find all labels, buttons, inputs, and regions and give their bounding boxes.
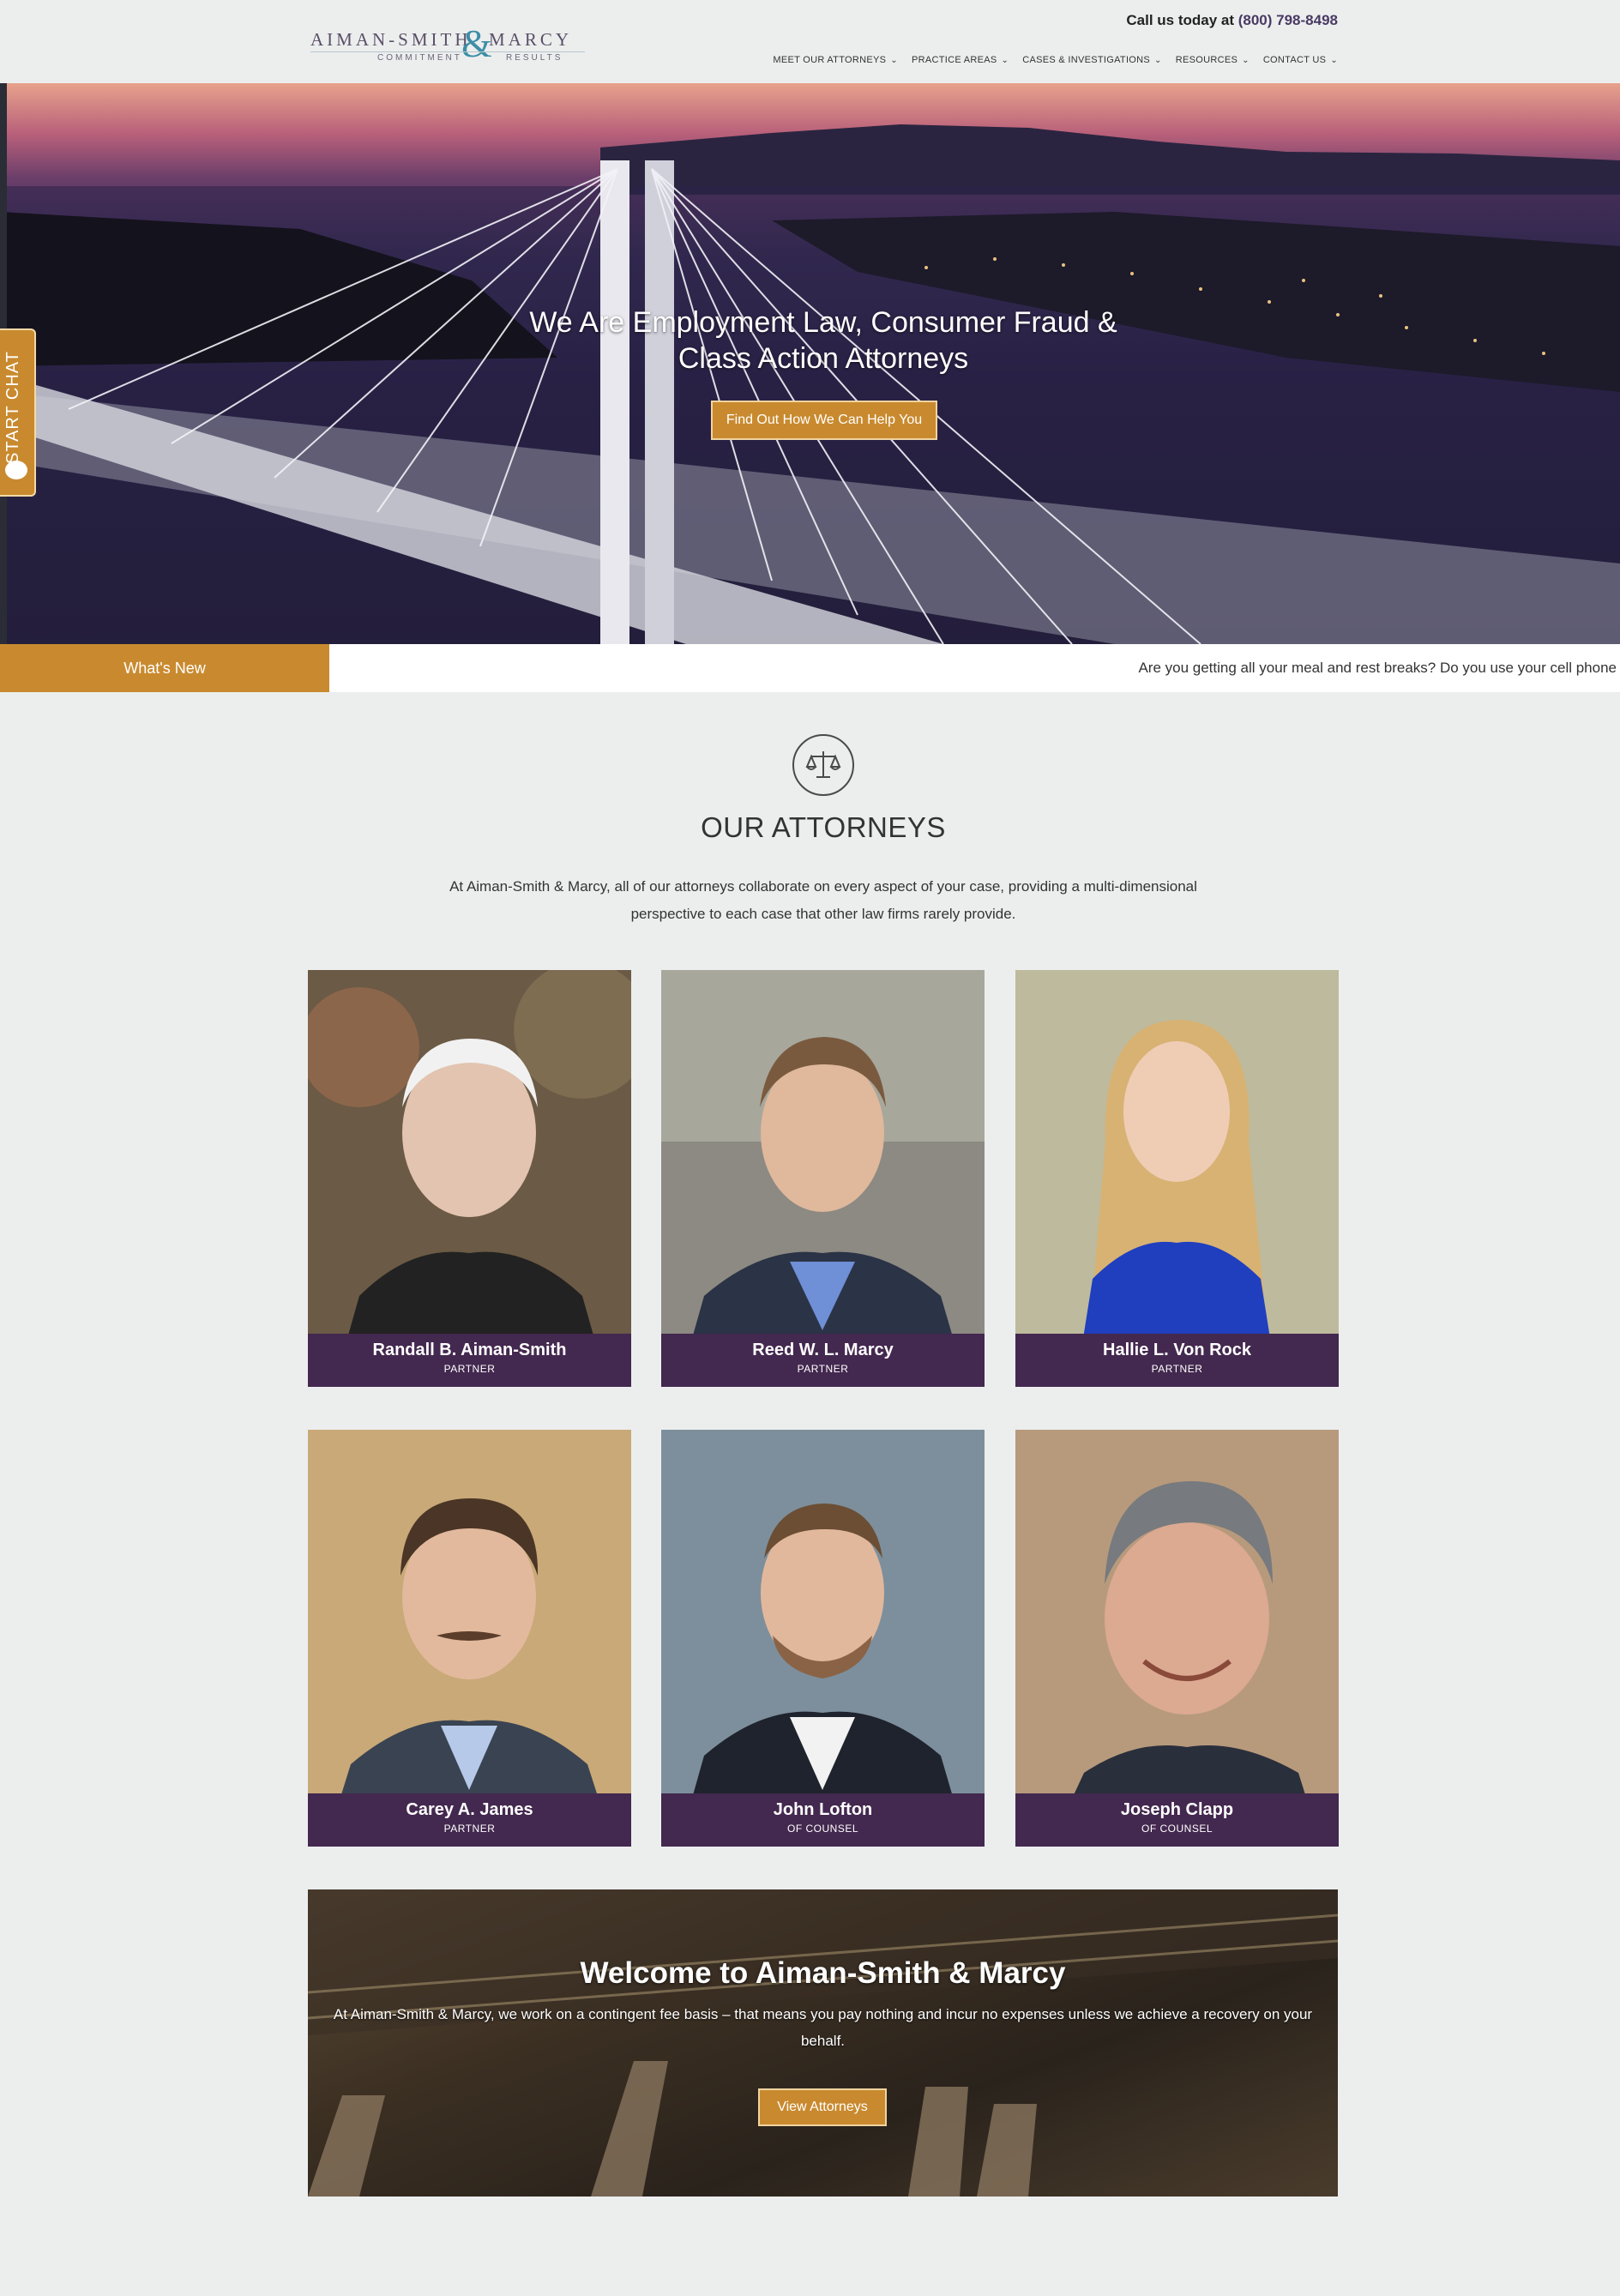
attorney-card[interactable]: Reed W. L. Marcy PARTNER (661, 970, 985, 1387)
attorneys-description: At Aiman-Smith & Marcy, all of our attor… (449, 878, 1197, 922)
scales-icon (792, 734, 854, 796)
nav-label: RESOURCES (1175, 55, 1238, 65)
attorney-caption: Hallie L. Von Rock PARTNER (1015, 1334, 1339, 1387)
attorney-card[interactable]: Hallie L. Von Rock PARTNER (1015, 970, 1339, 1387)
attorney-card[interactable]: Randall B. Aiman-Smith PARTNER (308, 970, 631, 1387)
attorney-caption: Carey A. James PARTNER (308, 1793, 631, 1847)
welcome-text: At Aiman-Smith & Marcy, we work on a con… (333, 2006, 1313, 2049)
welcome-title: Welcome to Aiman-Smith & Marcy (580, 1956, 1066, 1990)
hero-banner: We Are Employment Law, Consumer Fraud & … (0, 83, 1620, 644)
call-label: Call us today at (1126, 12, 1234, 28)
chat-bubble-icon (5, 461, 27, 479)
nav-resources[interactable]: RESOURCES ⌄ (1176, 55, 1250, 65)
site-logo[interactable]: AIMAN-SMITH & MARCY COMMITMENT RESULTS (310, 21, 585, 67)
attorney-card[interactable]: John Lofton OF COUNSEL (661, 1430, 985, 1847)
attorney-name: Hallie L. Von Rock (1103, 1341, 1251, 1359)
logo-tagline-left: COMMITMENT (377, 53, 462, 63)
attorney-role: OF COUNSEL (786, 1823, 858, 1835)
site-header: AIMAN-SMITH & MARCY COMMITMENT RESULTS C… (0, 0, 1620, 83)
nav-cases-investigations[interactable]: CASES & INVESTIGATIONS ⌄ (1022, 55, 1162, 65)
attorney-name: Reed W. L. Marcy (752, 1341, 894, 1359)
nav-label: MEET OUR ATTORNEYS (773, 55, 887, 65)
nav-contact-us[interactable]: CONTACT US ⌄ (1263, 55, 1338, 65)
ticker-message[interactable]: Are you getting all your meal and rest b… (1138, 644, 1617, 692)
find-out-button[interactable]: Find Out How We Can Help You (711, 401, 937, 440)
attorney-caption: Randall B. Aiman-Smith PARTNER (308, 1334, 631, 1387)
attorney-caption: Reed W. L. Marcy PARTNER (661, 1334, 985, 1387)
ticker-label: What's New (0, 644, 329, 692)
nav-practice-areas[interactable]: PRACTICE AREAS ⌄ (912, 55, 1009, 65)
nav-label: CASES & INVESTIGATIONS (1022, 55, 1151, 65)
attorney-role: PARTNER (443, 1363, 496, 1375)
attorney-card[interactable]: Carey A. James PARTNER (308, 1430, 631, 1847)
start-chat-tab[interactable]: START CHAT (0, 328, 36, 497)
nav-label: CONTACT US (1262, 55, 1327, 65)
attorney-role: PARTNER (443, 1823, 496, 1835)
logo-rule (310, 51, 585, 52)
attorney-card[interactable]: Joseph Clapp OF COUNSEL (1015, 1430, 1339, 1847)
attorney-name: Joseph Clapp (1120, 1800, 1234, 1819)
attorney-name: Randall B. Aiman-Smith (372, 1341, 567, 1359)
attorney-photo (308, 1430, 631, 1847)
attorney-name: John Lofton (773, 1800, 873, 1819)
logo-ampersand: & (461, 21, 492, 65)
news-ticker: What's New Are you getting all your meal… (0, 644, 1620, 692)
attorney-role: PARTNER (797, 1363, 849, 1375)
nav-meet-our-attorneys[interactable]: MEET OUR ATTORNEYS ⌄ (773, 55, 898, 65)
welcome-banner: Welcome to Aiman-Smith & Marcy At Aiman-… (308, 1889, 1338, 2197)
call-us: Call us today at (800) 798-8498 (1126, 12, 1338, 29)
attorney-photo (661, 1430, 985, 1847)
attorney-photo (1015, 1430, 1339, 1847)
view-attorneys-button[interactable]: View Attorneys (758, 2088, 887, 2126)
attorneys-title: OUR ATTORNEYS (701, 811, 946, 843)
attorney-photo (308, 970, 631, 1387)
logo-text-left: AIMAN-SMITH (310, 29, 472, 50)
attorney-photo (1015, 970, 1339, 1387)
chevron-down-icon: ⌄ (1242, 55, 1250, 65)
logo-text-right: MARCY (489, 29, 573, 50)
logo-tagline-right: RESULTS (506, 53, 563, 63)
nav-label: PRACTICE AREAS (911, 55, 997, 65)
chevron-down-icon: ⌄ (1330, 55, 1338, 65)
main-nav: MEET OUR ATTORNEYS ⌄ PRACTICE AREAS ⌄ CASE… (773, 55, 1338, 65)
phone-link[interactable]: (800) 798-8498 (1238, 12, 1338, 28)
hero-title-line2: Class Action Attorneys (678, 342, 969, 375)
chevron-down-icon: ⌄ (1154, 55, 1162, 65)
chat-label: START CHAT (3, 351, 22, 464)
attorney-photo (661, 970, 985, 1387)
attorney-caption: John Lofton OF COUNSEL (661, 1793, 985, 1847)
hero-title-line1: We Are Employment Law, Consumer Fraud & (529, 306, 1117, 339)
attorney-role: OF COUNSEL (1141, 1823, 1213, 1835)
chevron-down-icon: ⌄ (1001, 55, 1009, 65)
attorney-role: PARTNER (1151, 1363, 1203, 1375)
chevron-down-icon: ⌄ (890, 55, 898, 65)
hero-title: We Are Employment Law, Consumer Fraud & … (0, 304, 1620, 377)
attorney-name: Carey A. James (406, 1800, 533, 1819)
attorney-caption: Joseph Clapp OF COUNSEL (1015, 1793, 1339, 1847)
